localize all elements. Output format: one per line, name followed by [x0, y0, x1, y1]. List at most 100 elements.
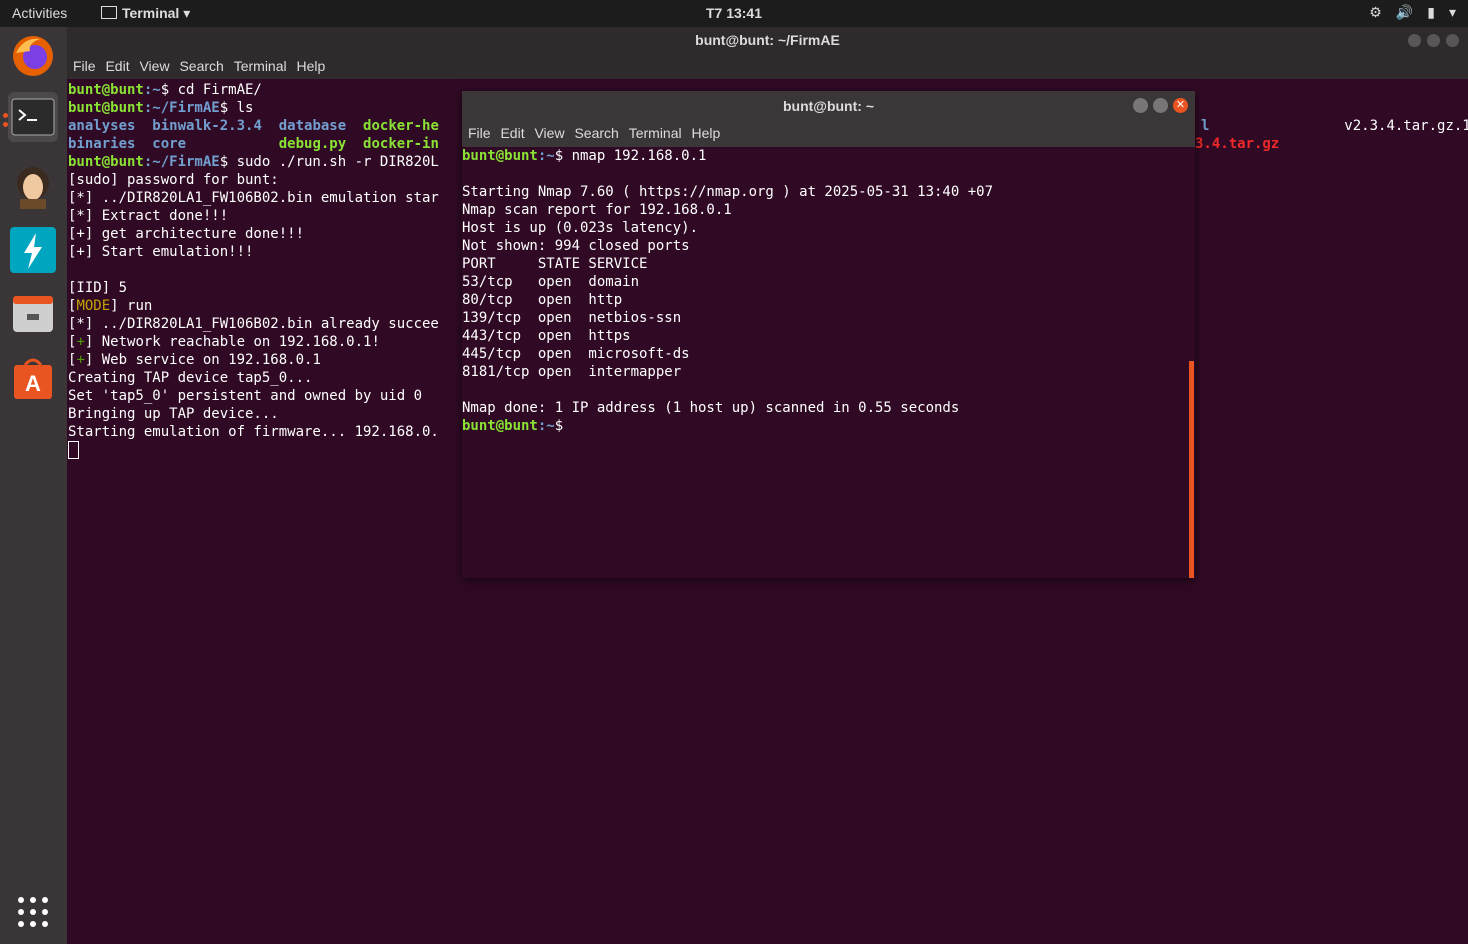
- gimp-icon: [17, 167, 49, 209]
- second-menubar: File Edit View Search Terminal Help: [462, 121, 1195, 147]
- maximize-button[interactable]: [1427, 34, 1440, 47]
- output-line: [+] Start emulation!!!: [68, 244, 254, 260]
- prompt-path: :~/FirmAE: [143, 100, 220, 116]
- menu-search[interactable]: Search: [179, 54, 223, 79]
- ls-item: core: [152, 136, 187, 152]
- terminal-launcher[interactable]: [8, 92, 58, 142]
- files-launcher[interactable]: [8, 289, 58, 339]
- output-line: Host is up (0.023s latency).: [462, 220, 699, 236]
- output-line: Starting emulation of firmware... 192.16…: [68, 424, 439, 440]
- plus-marker: +: [76, 334, 85, 350]
- prompt-path: :~: [537, 148, 555, 164]
- firefox-launcher[interactable]: [8, 31, 58, 81]
- ls-item: analyses: [68, 118, 136, 134]
- network-icon[interactable]: ⚙: [1369, 4, 1382, 21]
- main-terminal-output[interactable]: bunt@bunt:~$ cd FirmAE/ bunt@bunt:~/Firm…: [68, 81, 439, 461]
- menu-view[interactable]: View: [534, 121, 564, 146]
- output-line: Set 'tap5_0' persistent and owned by uid…: [68, 388, 423, 404]
- output-line: Starting Nmap 7.60 ( https://nmap.org ) …: [462, 184, 994, 200]
- text-cursor: [68, 441, 79, 459]
- ls-item: binwalk-2.3.4: [152, 118, 262, 134]
- menu-help[interactable]: Help: [692, 121, 721, 146]
- chevron-down-icon[interactable]: ▾: [1449, 4, 1456, 21]
- maximize-button[interactable]: [1153, 98, 1168, 113]
- ls-item: debug.py: [278, 136, 347, 152]
- mode-label: MODE: [76, 298, 111, 314]
- terminal-small-icon: [101, 6, 117, 19]
- prompt-user: bunt@bunt: [462, 418, 538, 434]
- show-applications-button[interactable]: [8, 887, 58, 937]
- menu-edit[interactable]: Edit: [105, 54, 129, 79]
- zap-launcher[interactable]: [8, 225, 58, 275]
- ls-overflow-1: l v2.3.4.tar.gz.1: [1201, 117, 1468, 135]
- app-menu[interactable]: Terminal ▾: [101, 5, 190, 22]
- menu-view[interactable]: View: [139, 54, 169, 79]
- menu-file[interactable]: File: [468, 121, 491, 146]
- output-line: 80/tcp open http: [462, 292, 623, 308]
- output-line: ] Web service on 192.168.0.1: [84, 352, 321, 368]
- app-grid-icon: [18, 897, 48, 927]
- ls-item: docker-in: [363, 136, 439, 152]
- prompt-user: bunt@bunt: [462, 148, 538, 164]
- scrollbar[interactable]: [1189, 361, 1194, 578]
- volume-icon[interactable]: 🔊: [1396, 4, 1413, 21]
- prompt-path: :~/FirmAE: [143, 154, 220, 170]
- zap-icon: [10, 227, 56, 273]
- prompt-path: :~: [143, 82, 161, 98]
- close-button[interactable]: [1446, 34, 1459, 47]
- prompt-user: bunt@bunt: [68, 154, 144, 170]
- prompt-user: bunt@bunt: [68, 82, 144, 98]
- output-line: Creating TAP device tap5_0...: [68, 370, 313, 386]
- system-tray[interactable]: ⚙ 🔊 ▮ ▾: [1369, 4, 1456, 21]
- output-line: 443/tcp open https: [462, 328, 631, 344]
- clock[interactable]: T7 13:41: [0, 5, 1468, 21]
- output-line: Not shown: 994 closed ports: [462, 238, 690, 254]
- terminal-icon: [11, 98, 55, 136]
- output-line: 8181/tcp open intermapper: [462, 364, 682, 380]
- main-menubar: File Edit View Search Terminal Help: [67, 54, 1468, 79]
- command: $ nmap 192.168.0.1: [554, 148, 707, 164]
- command: $ ls: [219, 100, 254, 116]
- close-button[interactable]: ✕: [1173, 98, 1188, 113]
- menu-edit[interactable]: Edit: [500, 121, 524, 146]
- activities-button[interactable]: Activities: [12, 5, 67, 21]
- command: $ cd FirmAE/: [160, 82, 262, 98]
- prompt-path: :~: [537, 418, 555, 434]
- ls-item: binaries: [68, 136, 136, 152]
- output-line: Nmap done: 1 IP address (1 host up) scan…: [462, 400, 960, 416]
- menu-search[interactable]: Search: [574, 121, 618, 146]
- ls-item: 3.4.tar.gz: [1195, 136, 1280, 152]
- ls-overflow-2: 3.4.tar.gz: [1195, 135, 1279, 153]
- top-bar: Activities Terminal ▾ T7 13:41 ⚙ 🔊 ▮ ▾: [0, 0, 1468, 27]
- nmap-terminal-output[interactable]: bunt@bunt:~$ nmap 192.168.0.1 Starting N…: [462, 147, 993, 435]
- output-line: ] run: [110, 298, 153, 314]
- command: $ sudo ./run.sh -r DIR820L: [219, 154, 439, 170]
- output-line: ] Network reachable on 192.168.0.1!: [84, 334, 380, 350]
- second-window-title: bunt@bunt: ~: [462, 91, 1195, 121]
- main-window-title: bunt@bunt: ~/FirmAE: [67, 27, 1468, 54]
- minimize-button[interactable]: [1133, 98, 1148, 113]
- ls-item: docker-he: [363, 118, 439, 134]
- battery-icon[interactable]: ▮: [1427, 4, 1435, 21]
- running-indicator: [3, 113, 8, 118]
- software-launcher[interactable]: A: [8, 353, 58, 403]
- nmap-terminal-window[interactable]: bunt@bunt: ~ ✕ File Edit View Search Ter…: [462, 91, 1195, 578]
- output-line: [*] Extract done!!!: [68, 208, 229, 224]
- dock: A: [0, 27, 67, 944]
- output-line: [*] ../DIR820LA1_FW106B02.bin emulation …: [68, 190, 439, 206]
- menu-terminal[interactable]: Terminal: [234, 54, 287, 79]
- minimize-button[interactable]: [1408, 34, 1421, 47]
- menu-file[interactable]: File: [73, 54, 96, 79]
- output-line: [IID] 5: [68, 280, 128, 296]
- output-line: 445/tcp open microsoft-ds: [462, 346, 690, 362]
- output-line: 53/tcp open domain: [462, 274, 640, 290]
- menu-help[interactable]: Help: [297, 54, 326, 79]
- ls-item: l: [1201, 118, 1210, 134]
- menu-terminal[interactable]: Terminal: [629, 121, 682, 146]
- output-line: [sudo] password for bunt:: [68, 172, 279, 188]
- svg-text:A: A: [25, 371, 41, 396]
- chevron-down-icon: ▾: [183, 5, 191, 21]
- app-menu-label: Terminal: [122, 5, 180, 21]
- running-indicator: [3, 122, 8, 127]
- gimp-launcher[interactable]: [8, 161, 58, 211]
